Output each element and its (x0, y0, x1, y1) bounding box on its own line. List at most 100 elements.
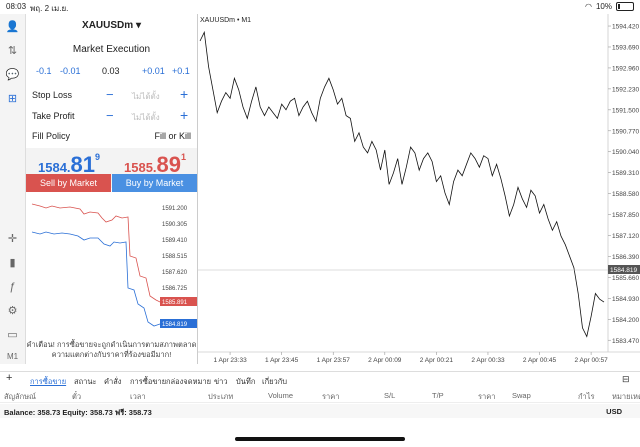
chart-x-axis: 1 Apr 23:33 1 Apr 23:45 1 Apr 23:57 2 Apr 0… (213, 352, 608, 364)
col-ticket: ตั๋ว (72, 392, 82, 401)
chart-x-tick-label: 2 Apr 00:21 (420, 357, 454, 364)
volume-plus-01[interactable]: +0.1 (172, 66, 190, 76)
timeframe-icon[interactable]: M1 (4, 348, 21, 365)
tick-chart-bid-line (31, 231, 184, 327)
tab-mailbox[interactable]: กล่องจดหมาย (166, 376, 211, 388)
battery-percent: 10% (595, 2, 612, 11)
take-profit-label: Take Profit (32, 111, 75, 121)
chart-y-tick-label: 1593.690 (612, 44, 639, 51)
tick-ask-tag: 1585.891 (162, 300, 188, 306)
account-icon[interactable]: 👤 (4, 18, 21, 35)
chat-icon[interactable]: 💬 (4, 66, 21, 83)
chart-y-tick-label: 1584.200 (612, 317, 639, 324)
volume-minus-001[interactable]: -0.01 (60, 66, 81, 76)
chevron-down-icon: ▾ (135, 20, 141, 31)
price-series-line (199, 30, 605, 338)
currency: USD (606, 407, 622, 416)
tick-chart-y-label: 1587.620 (162, 270, 188, 276)
take-profit-row: Take Profit − ไม่ได้ตั้ง + (26, 107, 197, 124)
chart-x-tick-label: 2 Apr 00:09 (368, 357, 402, 364)
col-time: เวลา (130, 392, 146, 401)
tab-trade[interactable]: การซื้อขาย (30, 376, 66, 388)
objects-icon[interactable]: ⚙ (4, 302, 21, 319)
tick-chart-y-label: 1589.410 (162, 238, 188, 244)
status-time: 08:03 (6, 2, 27, 11)
col-price: ราคา (322, 392, 340, 401)
indicator-icon[interactable]: ƒ (4, 278, 21, 295)
chart-x-tick-label: 1 Apr 23:57 (317, 357, 351, 364)
tab-exposure[interactable]: สถานะ (74, 376, 97, 388)
col-symbol: สัญลักษณ์ (4, 392, 37, 401)
chart-y-tick-label: 1592.230 (612, 86, 639, 93)
chart-y-tick-label: 1590.040 (612, 149, 639, 156)
chart-y-tick-label: 1588.580 (612, 191, 639, 198)
tick-chart-y-label: 1590.305 (162, 222, 188, 228)
templates-icon[interactable]: ▭ (4, 326, 21, 343)
trade-icon[interactable]: ⇅ (4, 42, 21, 59)
chart-y-tick-label: 1586.390 (612, 254, 639, 261)
buy-by-market-button[interactable]: Buy by Market (112, 174, 197, 192)
balance-text: Balance: 358.73 Equity: 358.73 ฟรี: 358.… (4, 408, 152, 417)
col-profit: กำไร (578, 392, 595, 401)
terminal-columns: สัญลักษณ์ ตั๋ว เวลา ประเภท Volume ราคา S… (0, 388, 640, 403)
tick-chart-y-label: 1586.725 (162, 286, 188, 292)
tab-news[interactable]: ข่าว (214, 376, 228, 388)
take-profit-plus-button[interactable]: + (180, 107, 188, 123)
col-comment: หมายเหตุ (612, 392, 640, 401)
col-sl: S/L (384, 391, 396, 400)
tick-bid-tag: 1584.819 (162, 322, 188, 328)
symbol-selector[interactable]: XAUUSDm ▾ (26, 20, 197, 31)
warning-text: คำเตือน! การซื้อขายจะถูกดำเนินการตามสภาพ… (26, 340, 197, 359)
volume-minus-01[interactable]: -0.1 (36, 66, 52, 76)
chart-y-axis: 1594.420 1593.690 1592.960 1592.230 1591.500… (608, 24, 639, 345)
add-icon[interactable]: + (6, 372, 12, 384)
execution-type[interactable]: Market Execution (26, 44, 197, 55)
chart-y-tick-label: 1583.470 (612, 338, 639, 345)
battery-icon (616, 2, 634, 11)
col-price2: ราคา (478, 392, 496, 401)
price-chart[interactable]: XAUUSDm • M1 1594.4201593.6901592.960159… (198, 14, 640, 364)
terminal-tabs: + การซื้อขาย สถานะ คำสั่ง การซื้อขาย กล่… (0, 371, 640, 388)
order-panel: XAUUSDm ▾ Market Execution -0.1 -0.01 0.… (26, 14, 198, 364)
tab-orders[interactable]: คำสั่ง (104, 376, 121, 388)
sell-by-market-button[interactable]: Sell by Market (26, 174, 111, 192)
stop-loss-plus-button[interactable]: + (180, 86, 188, 102)
chart-y-tick-label: 1587.120 (612, 233, 639, 240)
tab-journal[interactable]: บันทึก (236, 376, 255, 388)
col-swap: Swap (512, 391, 531, 400)
home-indicator[interactable] (235, 437, 405, 441)
tab-alerts[interactable]: เกี่ยวกับ (262, 376, 287, 388)
take-profit-minus-button[interactable]: − (106, 108, 114, 123)
stop-loss-minus-button[interactable]: − (106, 87, 114, 102)
fill-policy-label: Fill Policy (32, 131, 71, 141)
tab-history[interactable]: การซื้อขาย (130, 376, 166, 388)
left-toolbar: 👤 ⇅ 💬 ⊞ ✛ ▮ ƒ ⚙ ▭ M1 (0, 14, 26, 364)
chart-x-tick-label: 2 Apr 00:45 (523, 357, 557, 364)
chart-y-tick-label: 1592.960 (612, 65, 639, 72)
chart-y-tick-label: 1585.660 (612, 275, 639, 282)
tick-chart-y-label: 1588.515 (162, 254, 188, 260)
chart-x-tick-label: 1 Apr 23:45 (265, 357, 299, 364)
candles-icon[interactable]: ▮ (4, 254, 21, 271)
col-tp: T/P (432, 391, 444, 400)
chart-y-tick-label: 1591.500 (612, 107, 639, 114)
chart-y-tick-label: 1594.420 (612, 24, 639, 31)
current-price-tag: 1584.819 (610, 267, 637, 274)
chart-y-tick-label: 1584.930 (612, 296, 639, 303)
layout-icon[interactable]: ⊟ (622, 374, 630, 385)
new-order-icon[interactable]: ⊞ (4, 90, 21, 107)
volume-input[interactable]: 0.03 (102, 66, 120, 76)
take-profit-input[interactable]: ไม่ได้ตั้ง (132, 111, 160, 124)
wifi-icon: ◠ (585, 2, 592, 11)
stop-loss-input[interactable]: ไม่ได้ตั้ง (132, 90, 160, 103)
volume-plus-001[interactable]: +0.01 (142, 66, 165, 76)
status-bar: 08:03 พฤ. 2 เม.ย. ◠ 10% (0, 0, 640, 14)
chart-y-tick-label: 1587.850 (612, 212, 639, 219)
tick-chart-y-label: 1591.200 (162, 206, 188, 212)
chart-x-tick-label: 2 Apr 00:57 (574, 357, 608, 364)
tick-chart: 1591.200 1590.305 1589.410 1588.515 1587… (31, 203, 197, 328)
crosshair-icon[interactable]: ✛ (4, 230, 21, 247)
chart-series (199, 30, 605, 338)
chart-y-tick-label: 1589.310 (612, 170, 639, 177)
chart-x-tick-label: 1 Apr 23:33 (213, 357, 247, 364)
